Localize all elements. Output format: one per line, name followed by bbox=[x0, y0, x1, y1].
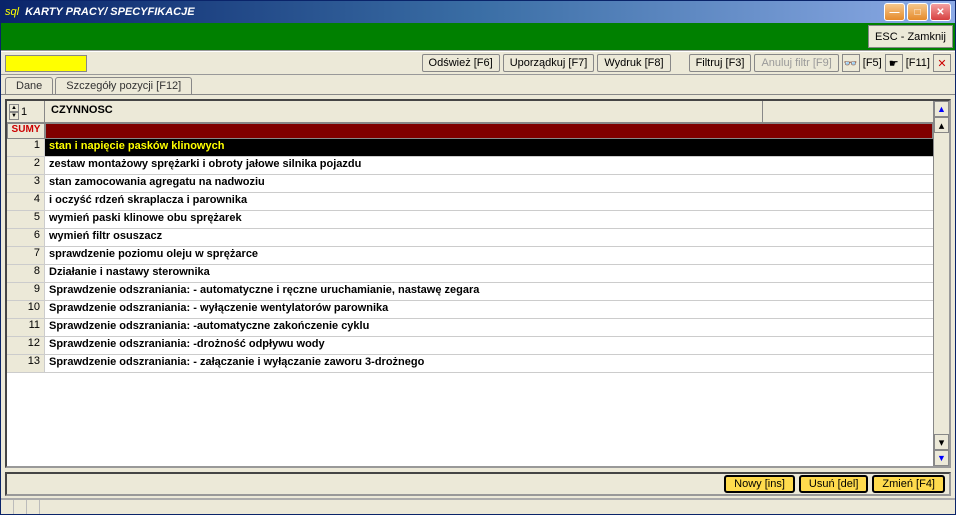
minimize-button[interactable]: — bbox=[884, 3, 905, 21]
esc-close-button[interactable]: ESC - Zamknij bbox=[868, 25, 953, 48]
titlebar: sql KARTY PRACY/ SPECYFIKACJE — □ ✕ bbox=[1, 1, 955, 23]
column-czynnosc[interactable]: CZYNNOSC bbox=[45, 101, 763, 122]
row-number: 4 bbox=[7, 193, 45, 210]
row-value: zestaw montażowy sprężarki i obroty jało… bbox=[45, 157, 933, 174]
row-number: 2 bbox=[7, 157, 45, 174]
new-button[interactable]: Nowy [ins] bbox=[724, 475, 795, 493]
grid-body[interactable]: 1stan i napięcie pasków klinowych2zestaw… bbox=[7, 139, 933, 466]
table-row[interactable]: 11Sprawdzenie odszraniania: -automatyczn… bbox=[7, 319, 933, 337]
title-prefix: sql bbox=[5, 6, 19, 18]
tool-icon[interactable]: ✕ bbox=[933, 54, 951, 72]
row-value: stan zamocowania agregatu na nadwoziu bbox=[45, 175, 933, 192]
close-button[interactable]: ✕ bbox=[930, 3, 951, 21]
row-number: 11 bbox=[7, 319, 45, 336]
table-row[interactable]: 5wymień paski klinowe obu sprężarek bbox=[7, 211, 933, 229]
spin-down-icon[interactable]: ▼ bbox=[9, 112, 19, 120]
refresh-button[interactable]: Odśwież [F6] bbox=[422, 54, 500, 72]
table-row[interactable]: 4i oczyść rdzeń skraplacza i parownika bbox=[7, 193, 933, 211]
scroll-down-icon[interactable]: ▾ bbox=[934, 434, 949, 450]
print-button[interactable]: Wydruk [F8] bbox=[597, 54, 670, 72]
app-window: sql KARTY PRACY/ SPECYFIKACJE — □ ✕ ESC … bbox=[0, 0, 956, 515]
sumy-row: SUMY bbox=[7, 123, 933, 139]
status-cell-3 bbox=[27, 500, 40, 514]
row-number: 7 bbox=[7, 247, 45, 264]
grid-header: ▲ ▼ 1 CZYNNOSC bbox=[7, 101, 933, 123]
maximize-button[interactable]: □ bbox=[907, 3, 928, 21]
table-row[interactable]: 8Działanie i nastawy sterownika bbox=[7, 265, 933, 283]
row-value: Działanie i nastawy sterownika bbox=[45, 265, 933, 282]
table-row[interactable]: 13Sprawdzenie odszraniania: - załączanie… bbox=[7, 355, 933, 373]
cancel-filter-button[interactable]: Anuluj filtr [F9] bbox=[754, 54, 838, 72]
table-row[interactable]: 3stan zamocowania agregatu na nadwoziu bbox=[7, 175, 933, 193]
toolbar: Odśwież [F6] Uporządkuj [F7] Wydruk [F8]… bbox=[1, 51, 955, 75]
yellow-input-box[interactable] bbox=[5, 55, 87, 72]
status-bar bbox=[1, 498, 955, 514]
tab-dane[interactable]: Dane bbox=[5, 77, 53, 94]
data-grid: ▲ ▼ 1 CZYNNOSC SUMY 1stan i napięcie pas… bbox=[5, 99, 951, 468]
table-row[interactable]: 10Sprawdzenie odszraniania: - wyłączenie… bbox=[7, 301, 933, 319]
status-cell-2 bbox=[14, 500, 27, 514]
filter-button[interactable]: Filtruj [F3] bbox=[689, 54, 752, 72]
hand-icon[interactable]: ☛ bbox=[885, 54, 903, 72]
row-value: Sprawdzenie odszraniania: - wyłączenie w… bbox=[45, 301, 933, 318]
row-number: 3 bbox=[7, 175, 45, 192]
row-value: Sprawdzenie odszraniania: -drożność odpł… bbox=[45, 337, 933, 354]
row-number: 9 bbox=[7, 283, 45, 300]
table-row[interactable]: 2zestaw montażowy sprężarki i obroty jał… bbox=[7, 157, 933, 175]
row-number-header: ▲ ▼ 1 bbox=[7, 101, 45, 122]
row-number: 13 bbox=[7, 355, 45, 372]
tab-szczegoly[interactable]: Szczegóły pozycji [F12] bbox=[55, 77, 192, 94]
row-value: sprawdzenie poziomu oleju w sprężarce bbox=[45, 247, 933, 264]
sumy-label: SUMY bbox=[7, 123, 45, 139]
row-number: 5 bbox=[7, 211, 45, 228]
bottom-action-bar: Nowy [ins] Usuń [del] Zmień [F4] bbox=[5, 472, 951, 496]
scroll-up-icon[interactable]: ▴ bbox=[934, 117, 949, 133]
delete-button[interactable]: Usuń [del] bbox=[799, 475, 869, 493]
row-number: 12 bbox=[7, 337, 45, 354]
table-row[interactable]: 7sprawdzenie poziomu oleju w sprężarce bbox=[7, 247, 933, 265]
edit-button[interactable]: Zmień [F4] bbox=[872, 475, 945, 493]
table-row[interactable]: 6wymień filtr osuszacz bbox=[7, 229, 933, 247]
sort-button[interactable]: Uporządkuj [F7] bbox=[503, 54, 595, 72]
scroll-eject-icon[interactable]: ▲ bbox=[934, 101, 949, 117]
row-value: wymień paski klinowe obu sprężarek bbox=[45, 211, 933, 228]
column-empty bbox=[763, 101, 933, 122]
glasses-icon[interactable]: 👓 bbox=[842, 54, 860, 72]
row-value: Sprawdzenie odszraniania: - załączanie i… bbox=[45, 355, 933, 372]
window-title: KARTY PRACY/ SPECYFIKACJE bbox=[23, 6, 882, 18]
table-row[interactable]: 1stan i napięcie pasków klinowych bbox=[7, 139, 933, 157]
status-cell-1 bbox=[1, 500, 14, 514]
row-number: 10 bbox=[7, 301, 45, 318]
f11-label: [F11] bbox=[906, 57, 930, 69]
row-number: 1 bbox=[7, 139, 45, 156]
green-header-bar: ESC - Zamknij bbox=[1, 23, 955, 51]
row-value: stan i napięcie pasków klinowych bbox=[45, 139, 933, 156]
vertical-scrollbar[interactable]: ▲ ▴ ▾ ▼ bbox=[933, 101, 949, 466]
row-value: Sprawdzenie odszraniania: - automatyczne… bbox=[45, 283, 933, 300]
row-number: 6 bbox=[7, 229, 45, 246]
row-value: i oczyść rdzeń skraplacza i parownika bbox=[45, 193, 933, 210]
f5-label: [F5] bbox=[863, 57, 882, 69]
table-row[interactable]: 12Sprawdzenie odszraniania: -drożność od… bbox=[7, 337, 933, 355]
table-row[interactable]: 9Sprawdzenie odszraniania: - automatyczn… bbox=[7, 283, 933, 301]
spin-up-icon[interactable]: ▲ bbox=[9, 104, 19, 112]
row-value: wymień filtr osuszacz bbox=[45, 229, 933, 246]
sumy-bar bbox=[45, 123, 933, 139]
scroll-track[interactable] bbox=[934, 133, 949, 434]
row-number: 8 bbox=[7, 265, 45, 282]
scroll-eject-down-icon[interactable]: ▼ bbox=[934, 450, 949, 466]
spin-value: 1 bbox=[21, 106, 27, 118]
tab-strip: Dane Szczegóły pozycji [F12] bbox=[1, 75, 955, 95]
row-value: Sprawdzenie odszraniania: -automatyczne … bbox=[45, 319, 933, 336]
